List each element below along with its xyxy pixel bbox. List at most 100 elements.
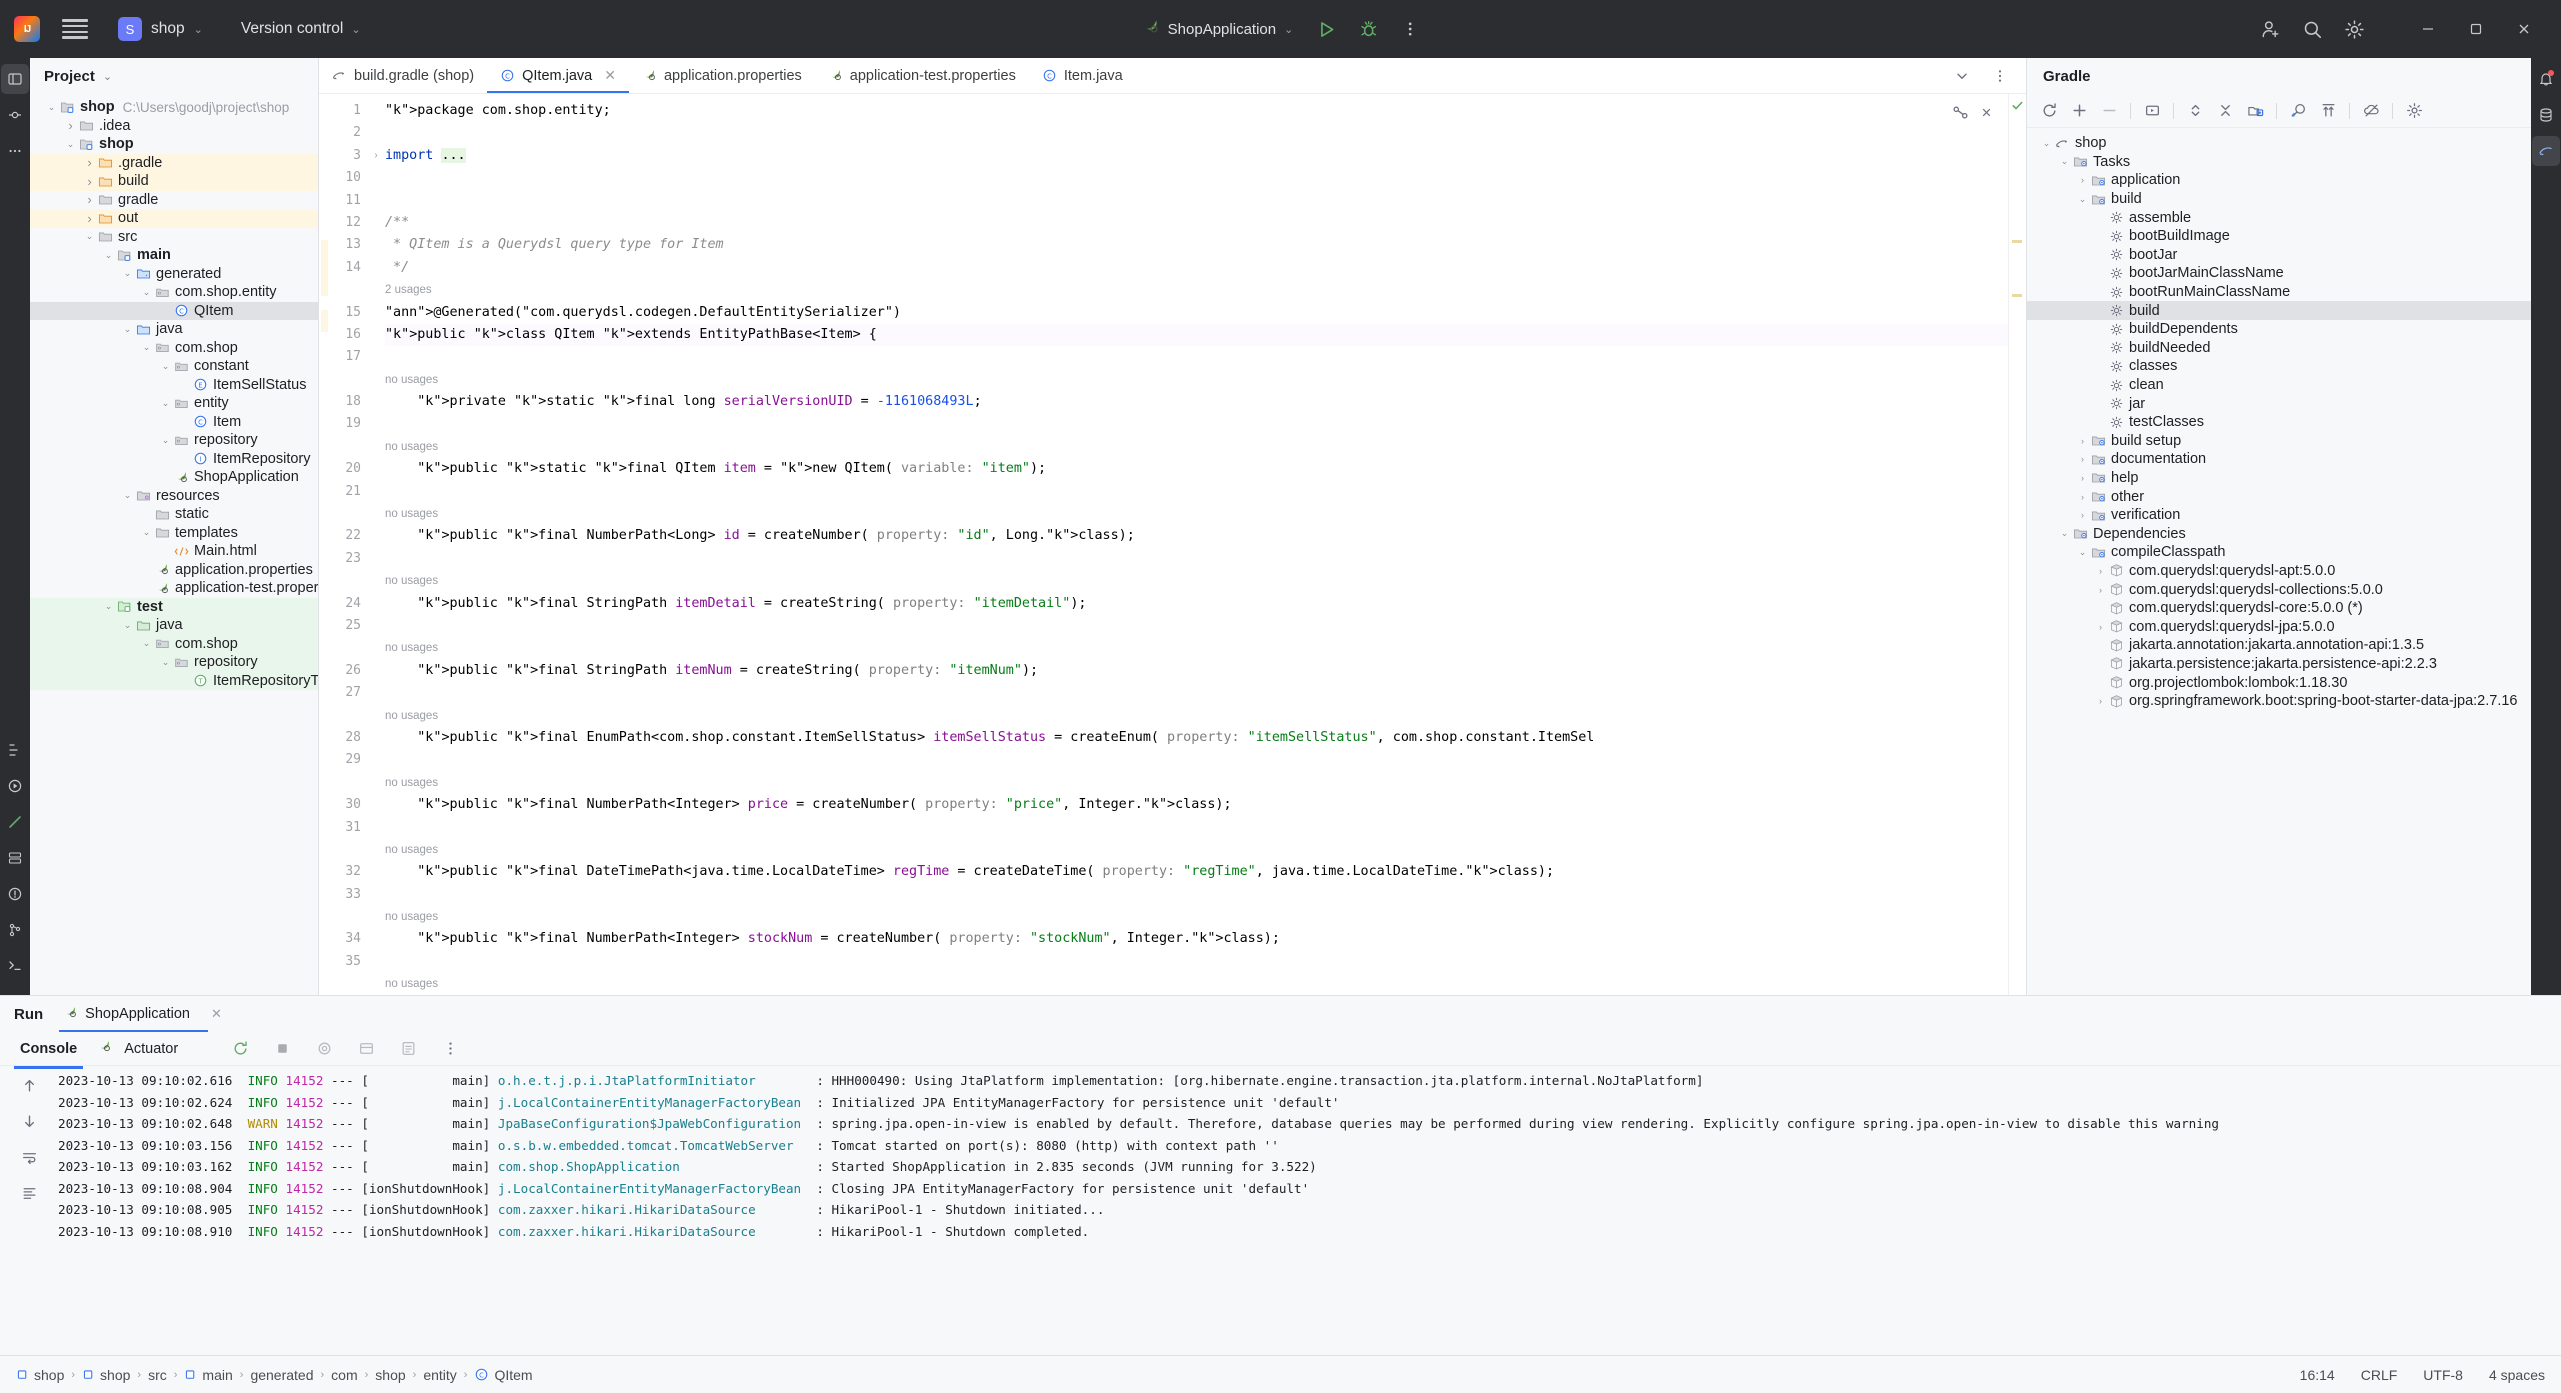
soft-wrap-icon[interactable] [16, 1144, 42, 1170]
chevron-down-icon[interactable]: ⌄ [120, 324, 135, 335]
code-line[interactable] [385, 884, 2008, 906]
code-line[interactable]: "k">public "k">final StringPath itemDeta… [385, 593, 2008, 615]
close-inlay-icon[interactable] [1979, 105, 1994, 125]
scroll-to-end-icon[interactable] [16, 1180, 42, 1206]
up-arrow-icon[interactable] [16, 1072, 42, 1098]
close-tab-icon[interactable]: ✕ [604, 67, 616, 84]
chevron-down-icon[interactable]: ⌄ [120, 620, 135, 631]
editor-scrollbar-markers[interactable] [2008, 94, 2026, 995]
code-line[interactable]: no usages [385, 637, 2008, 659]
chevron-down-icon[interactable]: ⌄ [103, 70, 112, 83]
console-output[interactable]: 2023-10-13 09:10:02.616 INFO 14152 --- [… [58, 1066, 2561, 1355]
project-tree-row[interactable]: ShopApplication [30, 468, 318, 487]
run-icon[interactable] [1308, 11, 1344, 47]
gradle-tree-row[interactable]: testClasses [2027, 413, 2531, 432]
breadcrumb-item[interactable]: generated [250, 1367, 313, 1383]
chevron-down-icon[interactable]: ⌄ [2057, 156, 2072, 167]
gradle-tree-row[interactable]: › application [2027, 171, 2531, 190]
chevron-down-icon[interactable]: ⌄ [139, 527, 154, 538]
maximize-button[interactable] [2453, 10, 2499, 48]
project-tree-row[interactable]: application-test.properties [30, 579, 318, 598]
gradle-tree-row[interactable]: buildNeeded [2027, 339, 2531, 358]
close-icon[interactable]: ✕ [211, 1006, 222, 1022]
code-line[interactable] [385, 682, 2008, 704]
project-tree-row[interactable]: T ItemRepositoryTest [30, 671, 318, 690]
chevron-down-icon[interactable]: ⌄ [2075, 547, 2090, 558]
code-line[interactable]: no usages [385, 436, 2008, 458]
chevron-down-icon[interactable]: ⌄ [120, 490, 135, 501]
gradle-tree-row[interactable]: clean [2027, 376, 2531, 395]
project-tree-row[interactable]: ⌄ com.shop.entity [30, 283, 318, 302]
code-line[interactable] [385, 413, 2008, 435]
gradle-tree-row[interactable]: bootBuildImage [2027, 227, 2531, 246]
chevron-right-icon[interactable]: › [2075, 492, 2090, 502]
add-user-icon[interactable] [2252, 11, 2288, 47]
code-line[interactable]: "k">public "k">final NumberPath<Integer>… [385, 928, 2008, 950]
services-tool-icon[interactable] [1, 843, 29, 873]
link-gradle-project-icon[interactable] [2241, 98, 2269, 124]
project-tree-row[interactable]: C QItem [30, 301, 318, 320]
project-tree-row[interactable]: ⌄ java [30, 320, 318, 339]
code-line[interactable]: no usages [385, 973, 2008, 995]
chevron-down-icon[interactable]: ⌄ [158, 361, 173, 372]
code-line[interactable]: no usages [385, 503, 2008, 525]
code-content[interactable]: "k">package com.shop.entity; import ... /*… [385, 94, 2008, 995]
caret-position[interactable]: 16:14 [2300, 1367, 2335, 1383]
structure-tool-icon[interactable] [1, 735, 29, 765]
breadcrumb-item[interactable]: shop [82, 1367, 130, 1383]
chevron-right-icon[interactable]: › [2075, 436, 2090, 446]
code-line[interactable]: * QItem is a Querydsl query type for Ite… [385, 234, 2008, 256]
code-folding-gutter[interactable]: › [367, 94, 385, 995]
chevron-right-icon[interactable]: › [2093, 585, 2108, 595]
project-tree-row[interactable]: ⌄ test [30, 597, 318, 616]
chevron-right-icon[interactable]: › [82, 211, 97, 226]
breadcrumb-item[interactable]: com [331, 1367, 357, 1383]
gradle-tree-row[interactable]: › build setup [2027, 432, 2531, 451]
project-tree-row[interactable]: I ItemRepository [30, 450, 318, 469]
toggle-offline-mode-icon[interactable] [2357, 98, 2385, 124]
gradle-tree-row[interactable]: › help [2027, 469, 2531, 488]
gradle-tree-row[interactable]: › other [2027, 487, 2531, 506]
file-encoding[interactable]: UTF-8 [2423, 1367, 2463, 1383]
project-tree-row[interactable]: › .gradle [30, 153, 318, 172]
editor-tab-build-gradle-shop-[interactable]: build.gradle (shop) [319, 58, 487, 93]
project-tree-row[interactable]: static [30, 505, 318, 524]
commit-tool-icon[interactable] [1, 100, 29, 130]
terminal-tool-icon[interactable] [1, 951, 29, 981]
gradle-tree-row[interactable]: bootJar [2027, 246, 2531, 265]
gradle-tree-row[interactable]: › documentation [2027, 450, 2531, 469]
chevron-down-icon[interactable]: ⌄ [2057, 528, 2072, 539]
code-editor[interactable]: 1 2 3 10 11 12 13 14 15 16 17 18 19 20 21 22 23 24 25 26 27 2… [319, 94, 2026, 995]
code-line[interactable]: "k">private "k">static "k">final long se… [385, 391, 2008, 413]
git-tool-icon[interactable] [1, 915, 29, 945]
chevron-down-icon[interactable]: ⌄ [139, 638, 154, 649]
code-line[interactable]: no usages [385, 570, 2008, 592]
code-line[interactable]: "k">public "k">final EnumPath<com.shop.c… [385, 727, 2008, 749]
code-line[interactable]: "k">public "k">final NumberPath<Integer>… [385, 794, 2008, 816]
gradle-tool-icon[interactable] [2532, 136, 2560, 166]
chevron-down-icon[interactable]: ⌄ [82, 231, 97, 242]
execute-task-icon[interactable] [2138, 98, 2166, 124]
code-line[interactable]: "k">public "k">class QItem "k">extends E… [385, 323, 2008, 347]
gradle-tree-row[interactable]: ⌄ build [2027, 190, 2531, 209]
gradle-tree-row[interactable]: assemble [2027, 208, 2531, 227]
down-arrow-icon[interactable] [16, 1108, 42, 1134]
code-line[interactable] [385, 481, 2008, 503]
chevron-down-icon[interactable]: ⌄ [139, 342, 154, 353]
gradle-settings-icon[interactable] [2400, 98, 2428, 124]
collapse-all-icon[interactable] [2211, 98, 2239, 124]
settings-gear-icon[interactable] [2336, 11, 2372, 47]
chevron-down-icon[interactable]: ⌄ [158, 398, 173, 409]
gradle-tree-row[interactable]: › verification [2027, 506, 2531, 525]
project-tree-row[interactable]: › .idea [30, 117, 318, 136]
gradle-tree-row[interactable]: build [2027, 301, 2531, 320]
expand-collapse-icon[interactable] [2181, 98, 2209, 124]
gradle-toolbar[interactable] [2027, 94, 2531, 128]
project-tree-row[interactable]: ⌄ constant [30, 357, 318, 376]
code-line[interactable]: no usages [385, 369, 2008, 391]
camera-icon[interactable] [310, 1036, 338, 1062]
chevron-right-icon[interactable]: › [63, 118, 78, 133]
chevron-right-icon[interactable]: › [2093, 566, 2108, 576]
code-line[interactable]: "k">public "k">final StringPath itemNum … [385, 660, 2008, 682]
code-line[interactable] [385, 167, 2008, 189]
